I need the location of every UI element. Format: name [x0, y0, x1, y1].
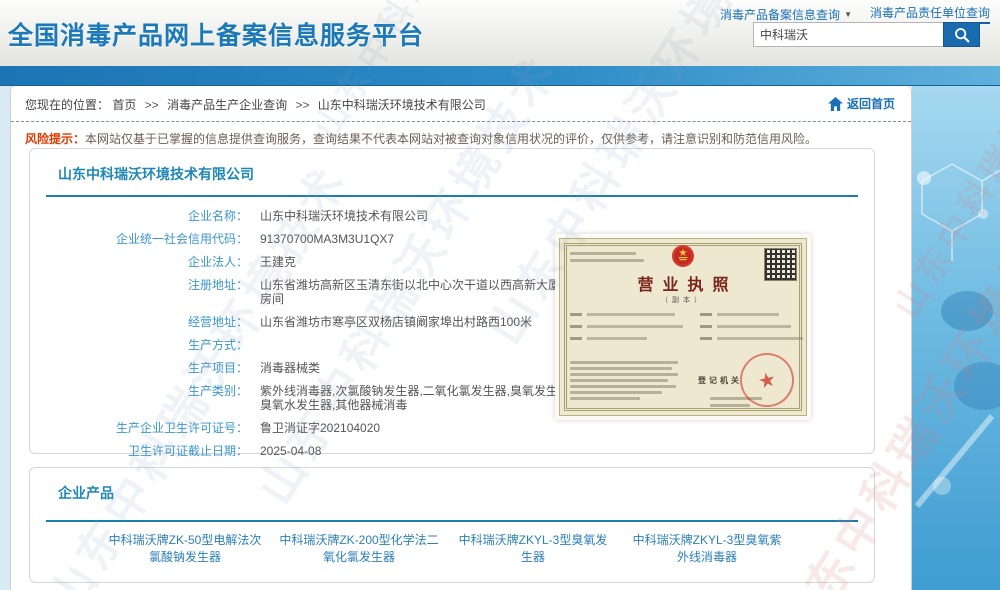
heading-divider — [46, 195, 858, 197]
business-license-image: 营业执照 （副本） — [555, 234, 811, 420]
page: 全国消毒产品网上备案信息服务平台 消毒产品备案信息查询 ▼ 消毒产品责任单位查询 — [0, 0, 1000, 590]
risk-text: 本网站仅基于已掌握的信息提供查询服务，查询结果不代表本网站对被查询对象信用状况的… — [85, 132, 817, 146]
field-row-hygiene-license-no: 生产企业卫生许可证号： 鲁卫消证字202104020 — [30, 421, 590, 435]
field-row-legal-person: 企业法人： 王建克 — [30, 255, 590, 269]
breadcrumb-row: 您现在的位置： 首页 >> 消毒产品生产企业查询 >> 山东中科瑞沃环境技术有限… — [11, 86, 911, 122]
license-registrar-label: 登记机关 — [698, 375, 742, 386]
field-row-business-address: 经营地址： 山东省潍坊市寒亭区双杨店镇阚家埠出村路西100米 — [30, 315, 590, 329]
product-list: 中科瑞沃牌ZK-50型电解法次氯酸钠发生器 中科瑞沃牌ZK-200型化学法二氧化… — [105, 532, 787, 566]
field-row-license-expiry: 卫生许可证截止日期： 2025-04-08 — [30, 444, 590, 458]
company-panel: 山东中科瑞沃环境技术有限公司 企业名称： 山东中科瑞沃环境技术有限公司 企业统一… — [29, 148, 875, 454]
field-row-production-category: 生产类别： 紫外线消毒器,次氯酸钠发生器,二氧化氯发生器,臭氧发生器、臭氧水发生… — [30, 384, 590, 412]
company-name-heading: 山东中科瑞沃环境技术有限公司 — [58, 164, 254, 184]
nav-link-record-info-query[interactable]: 消毒产品备案信息查询 ▼ — [720, 6, 852, 23]
background-decoration — [912, 86, 1000, 590]
product-link[interactable]: 中科瑞沃牌ZK-200型化学法二氧化氯发生器 — [279, 532, 439, 566]
breadcrumb-item-home[interactable]: 首页 — [112, 98, 136, 112]
field-row-credit-code: 企业统一社会信用代码： 91370700MA3M3U1QX7 — [30, 232, 590, 246]
home-icon — [828, 97, 843, 111]
license-right-fields — [700, 313, 803, 349]
search-input[interactable] — [753, 22, 943, 47]
back-home-label: 返回首页 — [847, 95, 895, 112]
nav-link-unit-query[interactable]: 消毒产品责任单位查询 — [870, 4, 990, 24]
field-row-company-name: 企业名称： 山东中科瑞沃环境技术有限公司 — [30, 209, 590, 223]
risk-notice: 风险提示：本网站仅基于已掌握的信息提供查询服务，查询结果不代表本网站对被查询对象… — [11, 122, 911, 147]
molecule-decoration-icon — [912, 86, 1000, 590]
license-scope-lines — [570, 361, 680, 403]
product-link[interactable]: 中科瑞沃牌ZK-50型电解法次氯酸钠发生器 — [105, 532, 265, 566]
header: 全国消毒产品网上备案信息服务平台 消毒产品备案信息查询 ▼ 消毒产品责任单位查询 — [0, 0, 1000, 66]
national-emblem-icon — [671, 244, 695, 268]
search-bar — [753, 22, 980, 47]
field-row-production-project: 生产项目： 消毒器械类 — [30, 361, 590, 375]
nav-link-label: 消毒产品责任单位查询 — [870, 4, 990, 21]
nav-link-label: 消毒产品备案信息查询 — [720, 6, 840, 23]
field-row-production-mode: 生产方式： — [30, 338, 590, 352]
search-button[interactable] — [943, 22, 980, 47]
breadcrumb: 您现在的位置： 首页 >> 消毒产品生产企业查询 >> 山东中科瑞沃环境技术有限… — [25, 98, 486, 112]
company-fields: 企业名称： 山东中科瑞沃环境技术有限公司 企业统一社会信用代码： 9137070… — [30, 209, 590, 467]
heading-divider — [46, 520, 858, 522]
header-divider-bar — [0, 66, 1000, 86]
breadcrumb-item-current: 山东中科瑞沃环境技术有限公司 — [318, 98, 486, 112]
main-content: 您现在的位置： 首页 >> 消毒产品生产企业查询 >> 山东中科瑞沃环境技术有限… — [10, 86, 912, 590]
product-link[interactable]: 中科瑞沃牌ZKYL-3型臭氧紫外线消毒器 — [627, 532, 787, 566]
risk-label: 风险提示： — [25, 132, 85, 146]
site-title: 全国消毒产品网上备案信息服务平台 — [8, 16, 424, 52]
breadcrumb-separator: >> — [145, 98, 159, 112]
header-nav: 消毒产品备案信息查询 ▼ 消毒产品责任单位查询 — [720, 4, 990, 24]
breadcrumb-separator: >> — [295, 98, 309, 112]
license-code-lines — [570, 252, 644, 266]
search-icon — [953, 26, 971, 44]
field-row-registered-address: 注册地址： 山东省潍坊高新区玉清东街以北中心次干道以西高新大厦502房间 — [30, 278, 590, 306]
business-license-certificate: 营业执照 （副本） — [559, 238, 807, 416]
product-link[interactable]: 中科瑞沃牌ZKYL-3型臭氧发生器 — [453, 532, 613, 566]
products-panel: 企业产品 中科瑞沃牌ZK-50型电解法次氯酸钠发生器 中科瑞沃牌ZK-200型化… — [29, 467, 875, 583]
license-subtitle: （副本） — [560, 295, 806, 305]
back-home-link[interactable]: 返回首页 — [828, 95, 895, 112]
products-heading: 企业产品 — [58, 483, 114, 503]
breadcrumb-prefix: 您现在的位置： — [25, 98, 109, 112]
chevron-down-icon: ▼ — [844, 10, 852, 19]
qr-code-icon — [764, 248, 797, 281]
license-left-fields — [570, 313, 683, 349]
breadcrumb-item-category[interactable]: 消毒产品生产企业查询 — [167, 98, 287, 112]
